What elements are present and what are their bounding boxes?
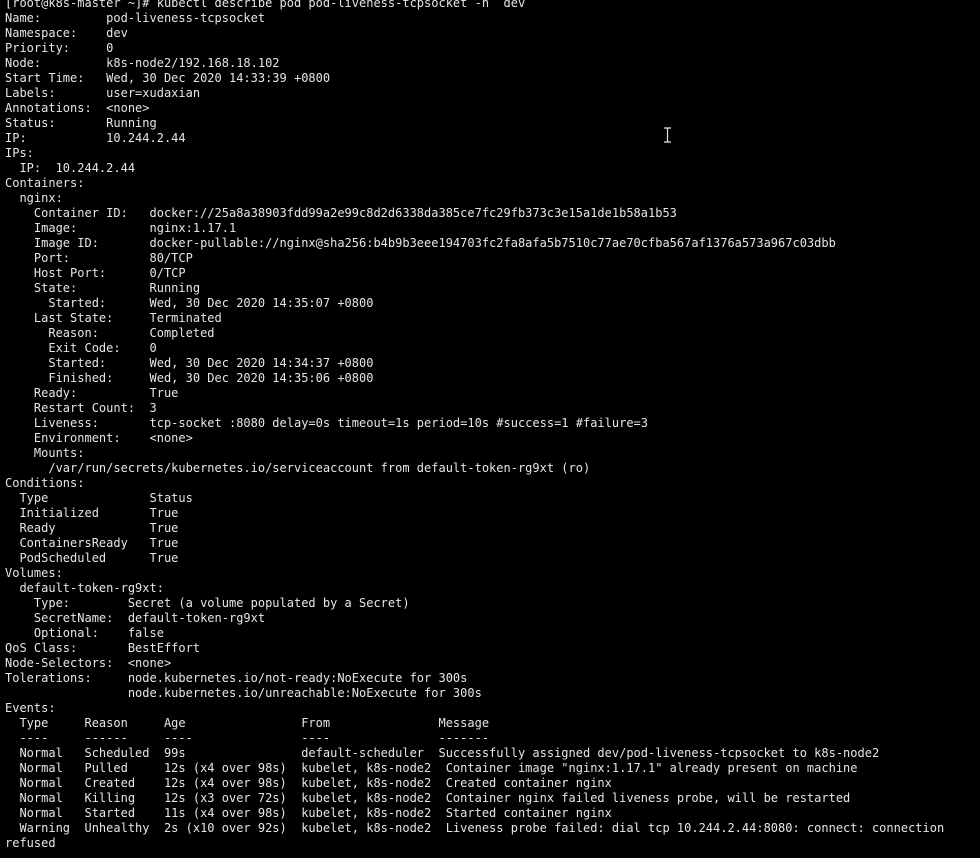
terminal-line: [root@k8s-master ~]# kubectl describe po… <box>5 0 526 10</box>
terminal-line: Name: pod-liveness-tcpsocket <box>5 11 266 25</box>
terminal-line: default-token-rg9xt: <box>5 581 164 595</box>
terminal-line: IP: 10.244.2.44 <box>5 161 136 175</box>
terminal-line: Containers: <box>5 176 85 190</box>
terminal-line: Optional: false <box>5 626 164 640</box>
terminal-line: Environment: <none> <box>5 431 193 445</box>
terminal-line: IPs: <box>5 146 34 160</box>
i-beam-cursor-icon <box>664 127 671 143</box>
terminal-line: Ready: True <box>5 386 179 400</box>
terminal-line: PodScheduled True <box>5 551 179 565</box>
terminal-line: Status: Running <box>5 116 157 130</box>
terminal-line: Labels: user=xudaxian <box>5 86 201 100</box>
terminal-line: Conditions: <box>5 476 85 490</box>
terminal-line: Exit Code: 0 <box>5 341 157 355</box>
terminal-line: node.kubernetes.io/unreachable:NoExecute… <box>5 686 482 700</box>
terminal-line: Restart Count: 3 <box>5 401 157 415</box>
terminal-line: Reason: Completed <box>5 326 215 340</box>
terminal-line: Liveness: tcp-socket :8080 delay=0s time… <box>5 416 648 430</box>
terminal-line: SecretName: default-token-rg9xt <box>5 611 266 625</box>
terminal-window[interactable]: [root@k8s-master ~]# kubectl describe po… <box>0 0 980 858</box>
terminal-line: Warning Unhealthy 2s (x10 over 92s) kube… <box>5 821 945 835</box>
terminal-line: Last State: Terminated <box>5 311 222 325</box>
terminal-line: State: Running <box>5 281 201 295</box>
terminal-line: Normal Started 11s (x4 over 98s) kubelet… <box>5 806 612 820</box>
terminal-output: [root@k8s-master ~]# kubectl describe po… <box>5 0 944 851</box>
terminal-line: Node: k8s-node2/192.168.18.102 <box>5 56 280 70</box>
terminal-line: Start Time: Wed, 30 Dec 2020 14:33:39 +0… <box>5 71 331 85</box>
terminal-line: Mounts: <box>5 446 85 460</box>
terminal-line: Priority: 0 <box>5 41 114 55</box>
terminal-line: Normal Scheduled 99s default-scheduler S… <box>5 746 880 760</box>
terminal-line: Host Port: 0/TCP <box>5 266 186 280</box>
terminal-line: Port: 80/TCP <box>5 251 193 265</box>
terminal-line: ---- ------ ---- ---- ------- <box>5 731 490 745</box>
terminal-line: Normal Created 12s (x4 over 98s) kubelet… <box>5 776 612 790</box>
terminal-line: Normal Killing 12s (x3 over 72s) kubelet… <box>5 791 851 805</box>
terminal-line: Container ID: docker://25a8a38903fdd99a2… <box>5 206 677 220</box>
terminal-line: Normal Pulled 12s (x4 over 98s) kubelet,… <box>5 761 858 775</box>
terminal-line: Type: Secret (a volume populated by a Se… <box>5 596 410 610</box>
terminal-line: Type Reason Age From Message <box>5 716 490 730</box>
terminal-line: Tolerations: node.kubernetes.io/not-read… <box>5 671 468 685</box>
terminal-line: Started: Wed, 30 Dec 2020 14:35:07 +0800 <box>5 296 374 310</box>
terminal-line: Image ID: docker-pullable://nginx@sha256… <box>5 236 836 250</box>
terminal-line: Type Status <box>5 491 193 505</box>
terminal-line: Ready True <box>5 521 179 535</box>
terminal-line: Events: <box>5 701 56 715</box>
terminal-line: Volumes: <box>5 566 63 580</box>
terminal-line: /var/run/secrets/kubernetes.io/serviceac… <box>5 461 591 475</box>
terminal-line: nginx: <box>5 191 63 205</box>
terminal-line: Image: nginx:1.17.1 <box>5 221 237 235</box>
terminal-line: Annotations: <none> <box>5 101 150 115</box>
terminal-line: Namespace: dev <box>5 26 128 40</box>
terminal-line: refused <box>5 836 56 850</box>
terminal-line: ContainersReady True <box>5 536 179 550</box>
terminal-line: Node-Selectors: <none> <box>5 656 172 670</box>
terminal-line: Finished: Wed, 30 Dec 2020 14:35:06 +080… <box>5 371 374 385</box>
terminal-line: Started: Wed, 30 Dec 2020 14:34:37 +0800 <box>5 356 374 370</box>
terminal-line: QoS Class: BestEffort <box>5 641 201 655</box>
terminal-line: IP: 10.244.2.44 <box>5 131 186 145</box>
terminal-line: Initialized True <box>5 506 179 520</box>
